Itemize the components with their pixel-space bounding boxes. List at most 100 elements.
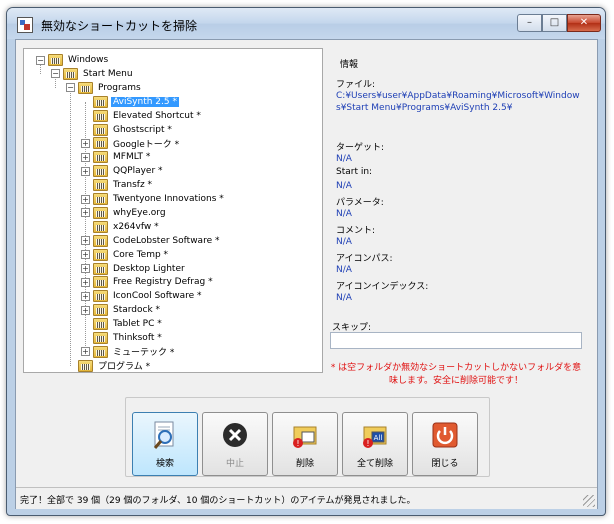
tree-item[interactable]: + Core Temp *	[81, 248, 170, 262]
tree-item[interactable]: + Googleトーク *	[81, 136, 181, 150]
tree-item-label[interactable]: QQPlayer *	[111, 166, 165, 176]
tree-item-label[interactable]: Ghostscript *	[111, 125, 174, 135]
tree-item-label[interactable]: Desktop Lighter	[111, 264, 187, 274]
tree-item-label[interactable]: Googleトーク *	[111, 137, 181, 150]
expand-icon[interactable]: +	[81, 277, 90, 287]
expand-icon[interactable]: +	[81, 194, 90, 204]
note-text: * は空フォルダか無効なショートカットしかないフォルダを意味します。安全に削除可…	[330, 363, 582, 386]
tree-item-label[interactable]: IconCool Software *	[111, 291, 204, 301]
iconpath-label: アイコンパス:	[336, 254, 393, 264]
tree-item[interactable]: + Stardock *	[81, 303, 162, 317]
tree-item-label[interactable]: Elevated Shortcut *	[111, 111, 203, 121]
tree-item-label[interactable]: Programs	[96, 83, 143, 93]
expand-icon[interactable]: +	[81, 250, 90, 260]
tree-item[interactable]: Transfz *	[81, 178, 154, 192]
target-value: N/A	[336, 154, 352, 164]
file-value: C:¥Users¥user¥AppData¥Roaming¥Microsoft¥…	[336, 91, 580, 113]
expand-icon[interactable]: +	[81, 347, 90, 357]
expand-icon[interactable]: +	[81, 152, 90, 162]
delete-all-button-label: 全て削除	[356, 459, 393, 469]
expand-icon[interactable]: +	[81, 291, 90, 301]
collapse-icon[interactable]: −	[51, 69, 60, 79]
tree-item-label[interactable]: プログラム *	[96, 359, 152, 372]
tree-item[interactable]: + Free Registry Defrag *	[81, 275, 215, 289]
tree-item-label[interactable]: Twentyone Innovations *	[111, 194, 226, 204]
expand-icon[interactable]: +	[81, 264, 90, 273]
tree-item-label[interactable]: whyEye.org	[111, 208, 168, 218]
tree-item[interactable]: Tablet PC *	[81, 317, 164, 331]
tree-item-label[interactable]: Start Menu	[81, 69, 135, 79]
folder-icon	[93, 193, 108, 205]
expand-icon[interactable]: +	[81, 166, 90, 176]
tree-item[interactable]: Thinksoft *	[81, 331, 164, 345]
startin-label: Start in:	[336, 167, 373, 177]
tree-item[interactable]: + Twentyone Innovations *	[81, 192, 226, 206]
close-button[interactable]: 閉じる	[412, 412, 478, 476]
tree-item-label[interactable]: x264vfw *	[111, 222, 161, 232]
iconindex-label: アイコンインデックス:	[336, 282, 429, 292]
minimize-button[interactable]: –	[517, 14, 542, 32]
folder-icon	[93, 137, 108, 150]
comment-value: N/A	[336, 237, 352, 247]
expand-icon[interactable]: +	[81, 236, 90, 246]
iconindex-value: N/A	[336, 293, 352, 303]
tree-item-label[interactable]: Core Temp *	[111, 250, 170, 260]
delete-button[interactable]: ! 削除	[272, 412, 338, 476]
delete-all-folder-icon: All !	[363, 426, 387, 448]
folder-icon	[63, 67, 78, 80]
folder-icon	[93, 248, 108, 261]
folder-icon	[93, 262, 108, 275]
tree-item-label[interactable]: Stardock *	[111, 305, 162, 315]
expand-icon[interactable]: +	[81, 208, 90, 218]
maximize-button[interactable]: □	[542, 14, 567, 32]
tree-item-label[interactable]: Free Registry Defrag *	[111, 277, 215, 287]
svg-text:!: !	[366, 439, 369, 448]
tree-item[interactable]: + ミューテック *	[81, 345, 176, 359]
iconpath-value: N/A	[336, 265, 352, 275]
folder-icon	[93, 109, 108, 122]
stop-button-label: 中止	[225, 459, 244, 469]
resize-grip-icon[interactable]	[583, 495, 595, 507]
tree-item[interactable]: プログラム *	[66, 359, 152, 372]
tree-item-label[interactable]: Tablet PC *	[111, 319, 164, 329]
folder-tree[interactable]: − Windows − Start Menu − Programs AviSynth 2.5…	[23, 48, 323, 373]
tree-item[interactable]: + QQPlayer *	[81, 164, 165, 178]
folder-icon	[78, 81, 93, 94]
tree-item[interactable]: Ghostscript *	[81, 123, 174, 137]
startin-value: N/A	[336, 181, 352, 191]
delete-button-label: 削除	[295, 459, 314, 469]
tree-item[interactable]: + Desktop Lighter	[81, 262, 187, 276]
skip-input[interactable]	[330, 332, 582, 349]
tree-item[interactable]: + CodeLobster Software *	[81, 234, 221, 248]
delete-all-button[interactable]: All ! 全て削除	[342, 412, 408, 476]
tree-item[interactable]: x264vfw *	[81, 220, 161, 234]
status-bar: 完了！全部で 39 個（29 個のフォルダ、10 個のショートカット）のアイテム…	[16, 487, 597, 509]
collapse-icon[interactable]: −	[66, 83, 75, 93]
tree-item-label[interactable]: CodeLobster Software *	[111, 236, 221, 246]
app-icon	[17, 17, 33, 33]
collapse-icon[interactable]: −	[36, 55, 45, 65]
tree-item[interactable]: + MFMLT *	[81, 150, 152, 164]
tree-item-label[interactable]: AviSynth 2.5 *	[111, 96, 179, 107]
tree-item[interactable]: + whyEye.org	[81, 206, 168, 220]
title-bar[interactable]: 無効なショートカットを掃除 – □ ✕	[7, 8, 605, 39]
stop-button[interactable]: 中止	[202, 412, 268, 476]
info-group-label: 情報	[338, 57, 361, 70]
tree-item[interactable]: − Programs	[66, 81, 143, 95]
main-window: 無効なショートカットを掃除 – □ ✕ − Windows − Start Menu −…	[6, 7, 606, 516]
tree-item-label[interactable]: Thinksoft *	[111, 333, 164, 343]
tree-item-label[interactable]: Transfz *	[111, 180, 154, 190]
expand-icon[interactable]: +	[81, 138, 90, 148]
expand-icon[interactable]: +	[81, 305, 90, 315]
tree-item[interactable]: Elevated Shortcut *	[81, 109, 203, 123]
tree-item[interactable]: − Windows	[36, 53, 110, 67]
search-button[interactable]: 検索	[132, 412, 198, 476]
tree-item-label[interactable]: ミューテック *	[111, 345, 176, 358]
tree-item[interactable]: − Start Menu	[51, 67, 135, 81]
tree-item[interactable]: + IconCool Software *	[81, 289, 204, 303]
svg-text:!: !	[296, 439, 299, 448]
tree-item-label[interactable]: Windows	[66, 55, 110, 65]
tree-item[interactable]: AviSynth 2.5 *	[81, 95, 179, 109]
tree-item-label[interactable]: MFMLT *	[111, 152, 152, 162]
close-window-button[interactable]: ✕	[567, 14, 601, 32]
